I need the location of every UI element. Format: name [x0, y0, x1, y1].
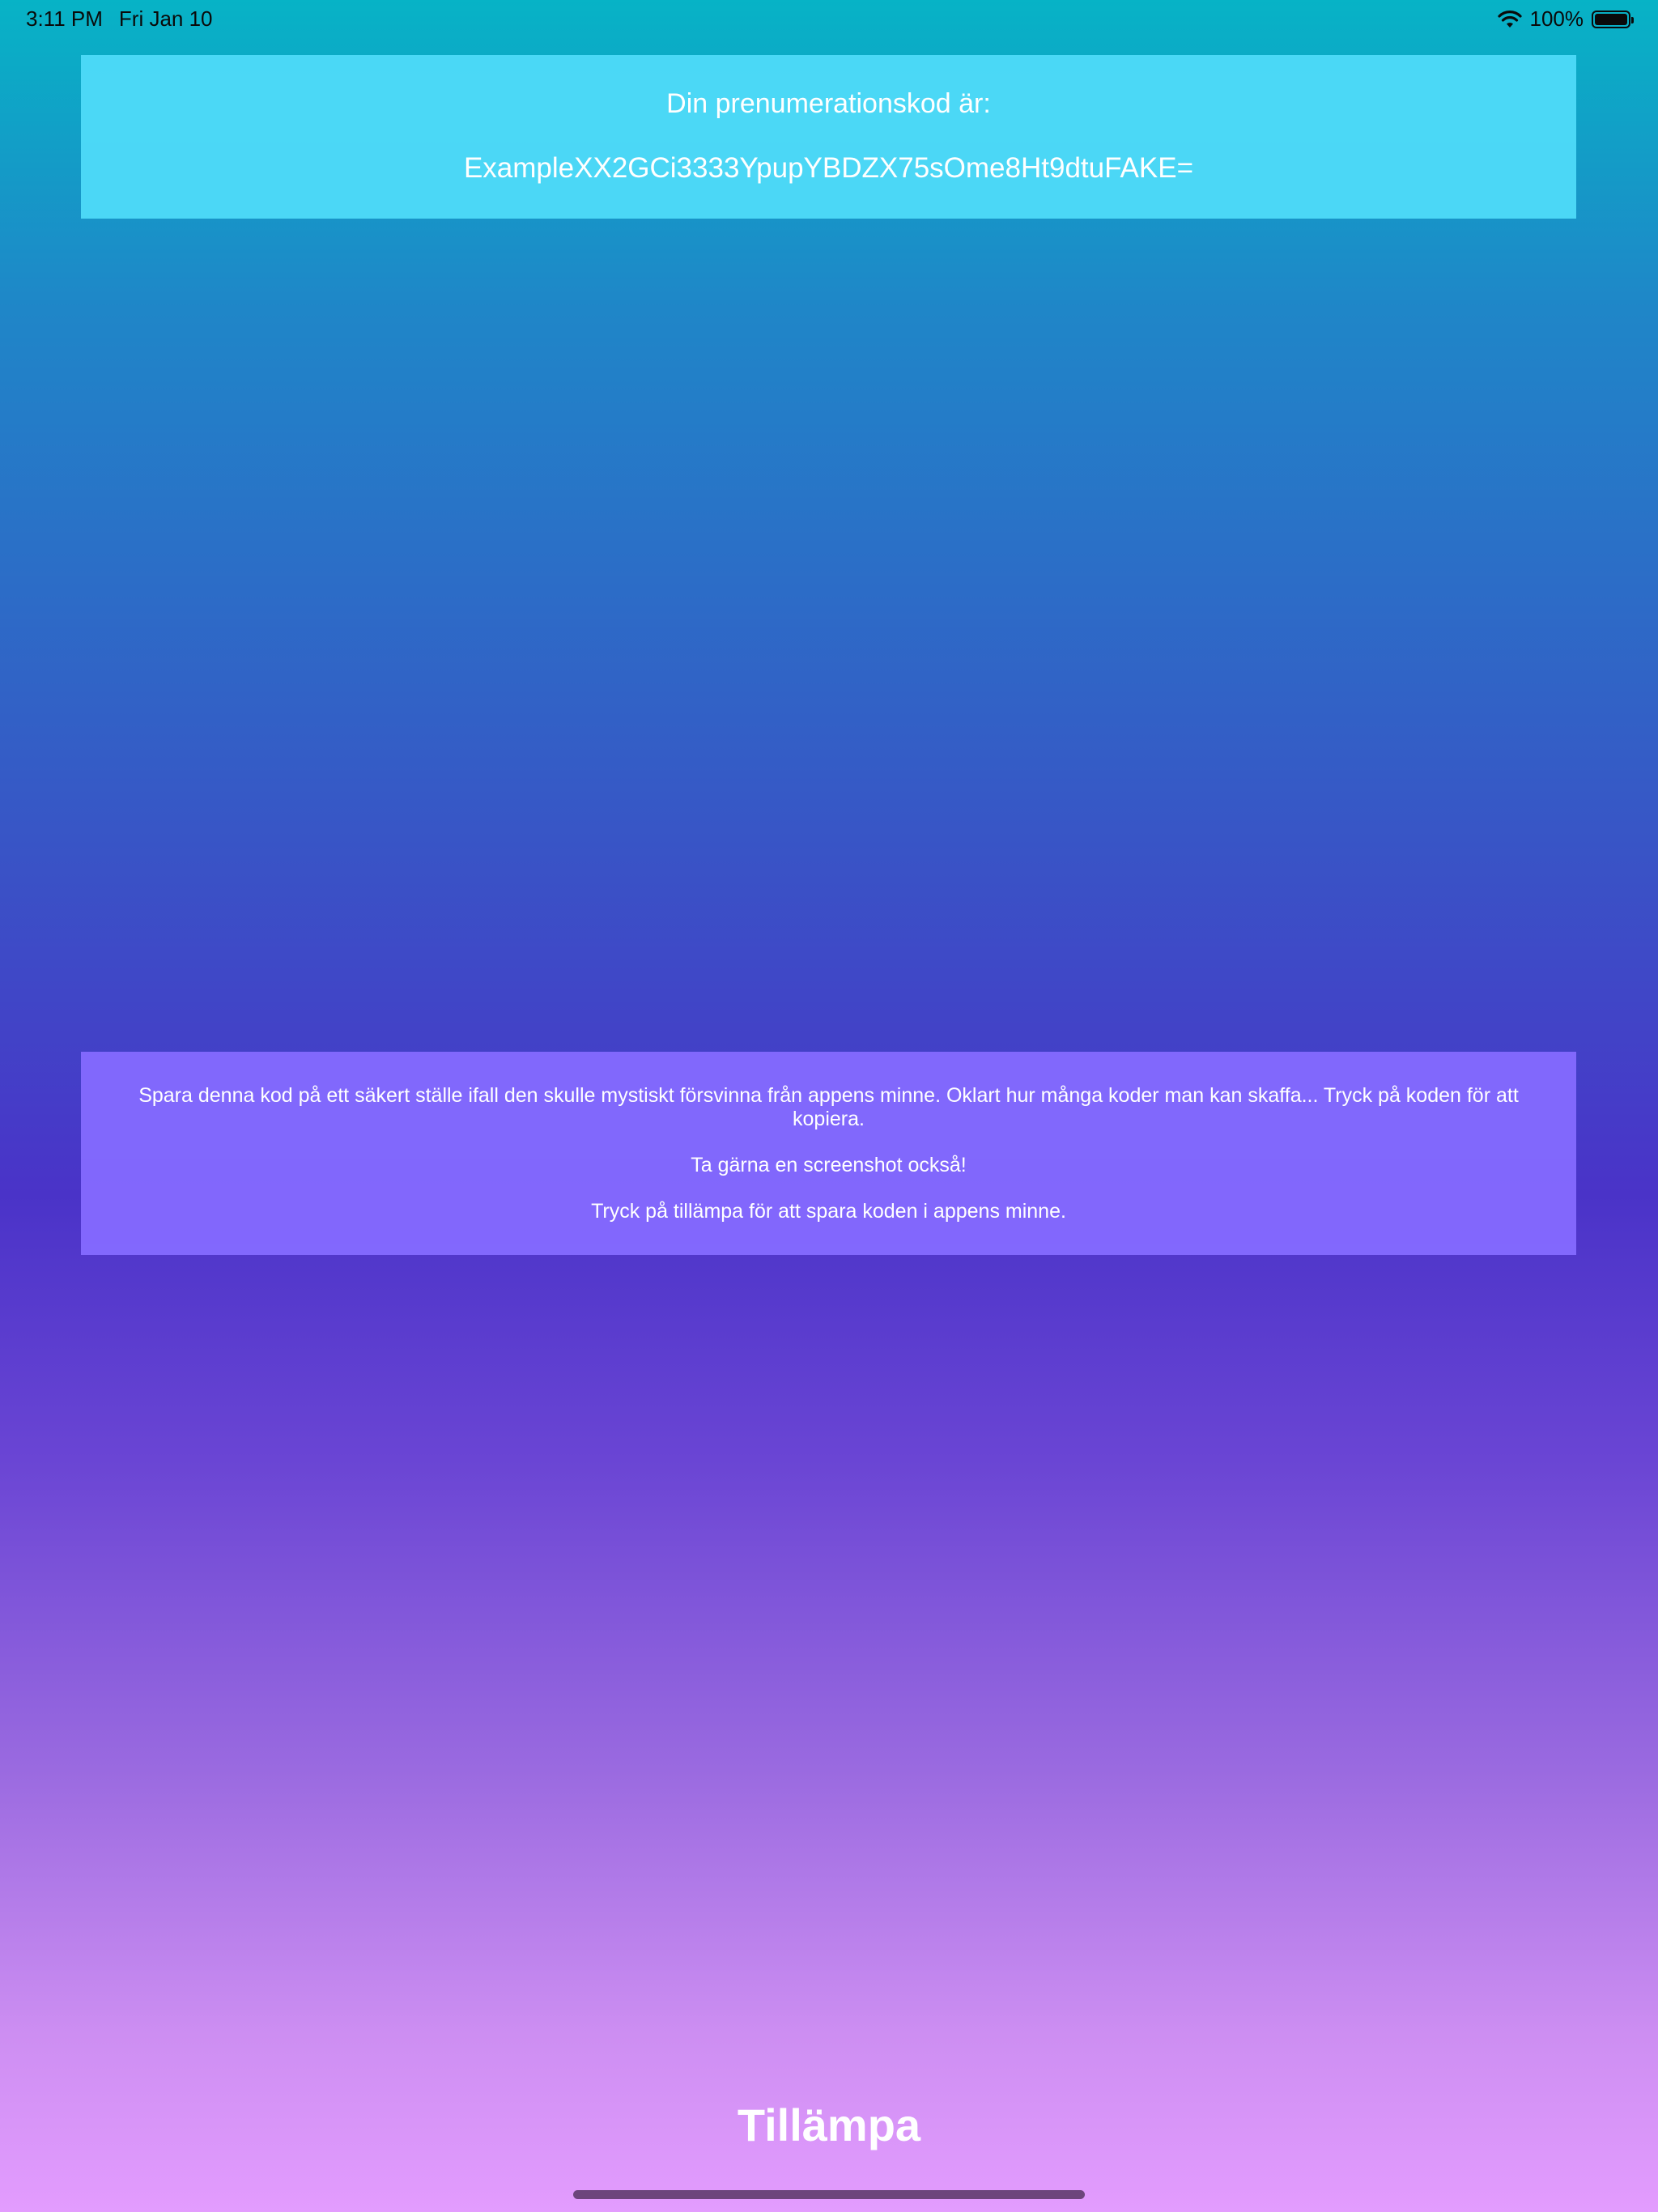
battery-icon	[1592, 10, 1634, 28]
subscription-code[interactable]: ExampleXX2GCi3333YpupYBDZX75sOme8Ht9dtuF…	[81, 152, 1576, 185]
wifi-icon	[1497, 10, 1522, 28]
apply-button[interactable]: Tillämpa	[0, 2097, 1658, 2154]
subscription-code-panel: Din prenumerationskod är: ExampleXX2GCi3…	[81, 55, 1576, 219]
info-paragraph-apply: Tryck på tillämpa för att spara koden i …	[591, 1200, 1066, 1223]
status-left: 3:11 PM Fri Jan 10	[26, 6, 213, 32]
home-indicator[interactable]	[573, 2190, 1085, 2199]
info-panel: Spara denna kod på ett säkert ställe ifa…	[81, 1052, 1576, 1255]
battery-percentage: 100%	[1529, 6, 1584, 31]
info-paragraph-screenshot: Ta gärna en screenshot också!	[691, 1154, 967, 1176]
status-bar: 3:11 PM Fri Jan 10 100%	[0, 0, 1658, 39]
status-time: 3:11 PM	[26, 6, 103, 31]
status-date: Fri Jan 10	[118, 6, 213, 31]
status-right: 100%	[1497, 6, 1634, 32]
code-title: Din prenumerationskod är:	[666, 88, 991, 119]
info-paragraph-save: Spara denna kod på ett säkert ställe ifa…	[138, 1084, 1519, 1130]
